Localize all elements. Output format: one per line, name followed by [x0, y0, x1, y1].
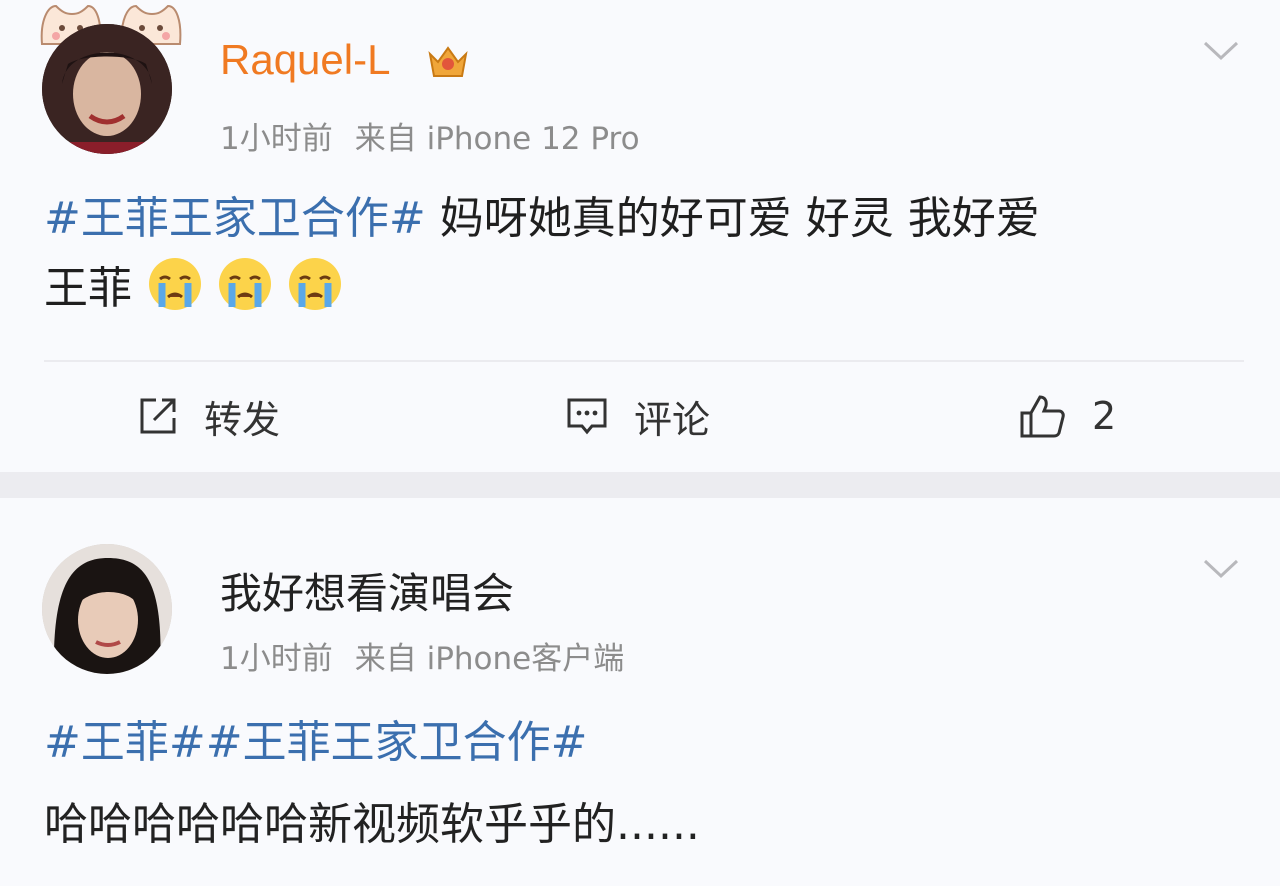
- thumbs-up-icon: [1020, 395, 1065, 438]
- post-meta: 1小时前 来自 iPhone客户端: [220, 633, 646, 678]
- vip-crown-icon: [428, 46, 468, 77]
- chevron-down-icon[interactable]: [1202, 558, 1240, 580]
- post-source[interactable]: 来自 iPhone客户端: [355, 641, 625, 677]
- like-count: 2: [1092, 394, 1117, 438]
- like-button[interactable]: 2: [1018, 380, 1116, 452]
- username[interactable]: Raquel-L: [220, 36, 390, 84]
- avatar-portrait-icon: [42, 24, 172, 154]
- repost-button[interactable]: 转发: [138, 380, 280, 452]
- post-card-1: Raquel-L 1小时前 来自 iPhone 12 Pro #王菲王家卫合作# …: [0, 0, 1280, 472]
- section-separator: [0, 472, 1280, 498]
- comment-button[interactable]: 评论: [566, 380, 710, 452]
- post-meta: 1小时前 来自 iPhone 12 Pro: [220, 113, 662, 158]
- comment-icon: [567, 398, 607, 435]
- avatar[interactable]: [42, 544, 172, 674]
- action-bar: 转发 评论 2: [0, 380, 1280, 452]
- chevron-down-icon[interactable]: [1202, 40, 1240, 62]
- repost-icon: [140, 398, 176, 434]
- post-text: 哈哈哈哈哈哈新视频软乎乎的......: [44, 799, 700, 850]
- post-time: 1小时前: [220, 641, 333, 677]
- divider: [44, 360, 1244, 362]
- crying-face-icon: [219, 258, 271, 310]
- post-text: #王菲王家卫合作# 妈呀她真的好可爱 好灵 我好爱 王菲: [44, 184, 1244, 324]
- crying-face-icon: [149, 258, 201, 310]
- repost-label: 转发: [204, 397, 281, 442]
- avatar-portrait-icon: [42, 544, 172, 674]
- comment-label: 评论: [634, 397, 711, 442]
- crying-face-icon: [289, 258, 341, 310]
- post-text-line1: 妈呀她真的好可爱 好灵 我好爱: [425, 193, 1040, 244]
- post-time: 1小时前: [220, 121, 333, 157]
- avatar[interactable]: [42, 24, 172, 154]
- username[interactable]: 我好想看演唱会: [220, 560, 514, 621]
- post-source[interactable]: 来自 iPhone 12 Pro: [355, 121, 640, 157]
- topic-link[interactable]: #王菲王家卫合作#: [44, 193, 426, 244]
- post-text-line2: 王菲: [44, 263, 132, 314]
- topic-link[interactable]: #王菲##王菲王家卫合作#: [44, 706, 587, 770]
